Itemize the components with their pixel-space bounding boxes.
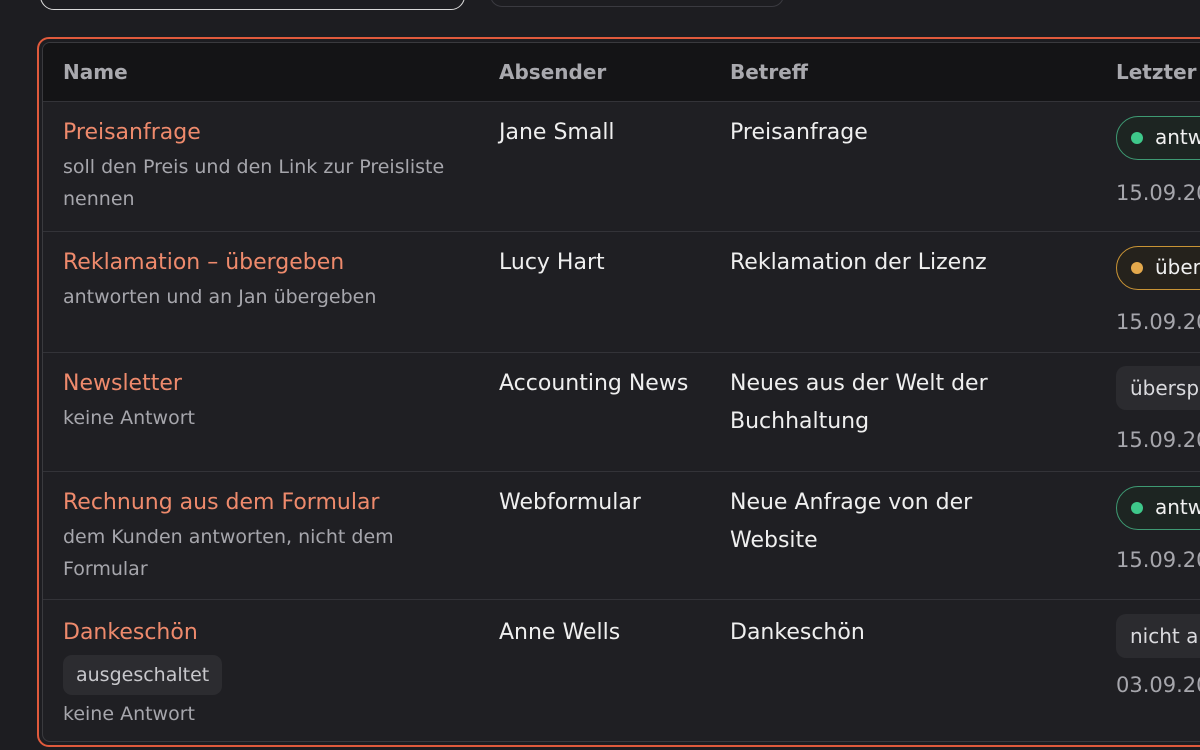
rule-title-link[interactable]: Rechnung aus dem Formular (63, 489, 379, 517)
table-row[interactable]: Rechnung aus dem Formular dem Kunden ant… (43, 471, 1200, 600)
rules-table: Name Absender Betreff Letzter Preisanfra… (42, 42, 1200, 742)
rule-title-link[interactable]: Newsletter (63, 370, 182, 398)
table-row[interactable]: Dankeschön ausgeschaltet keine Antwort A… (43, 599, 1200, 741)
status-badge: antw (1116, 116, 1200, 160)
sender-cell: Lucy Hart (499, 250, 605, 275)
filter-button[interactable] (490, 0, 784, 7)
table-row[interactable]: Preisanfrage soll den Preis und den Link… (43, 101, 1200, 232)
status-badge: übersp (1116, 366, 1200, 410)
rule-description: soll den Preis und den Link zur Preislis… (63, 156, 445, 210)
subject-cell: Neues aus der Welt der Buchhaltung (730, 371, 988, 434)
column-header-sender[interactable]: Absender (499, 60, 606, 84)
rule-title-link[interactable]: Dankeschön (63, 619, 198, 647)
sender-cell: Anne Wells (499, 620, 621, 645)
table-header: Name Absender Betreff Letzter (43, 43, 1200, 102)
sender-cell: Jane Small (499, 120, 615, 145)
rule-description: keine Antwort (63, 703, 195, 725)
last-run-date: 15.09.20 (1116, 310, 1200, 334)
column-header-subject[interactable]: Betreff (730, 60, 808, 84)
status-dot-icon (1131, 132, 1143, 144)
status-badge: über (1116, 246, 1200, 290)
column-header-last-run[interactable]: Letzter (1116, 60, 1197, 84)
rule-title-link[interactable]: Preisanfrage (63, 119, 201, 147)
status-badge: nicht a (1116, 614, 1200, 658)
status-badge-label: über (1155, 255, 1200, 279)
subject-cell: Neue Anfrage von der Website (730, 490, 973, 553)
rule-description: dem Kunden antworten, nicht dem Formular (63, 526, 394, 580)
search-input[interactable] (40, 0, 465, 10)
subject-cell: Preisanfrage (730, 120, 868, 145)
table-row[interactable]: Newsletter keine Antwort Accounting News… (43, 352, 1200, 472)
status-dot-icon (1131, 502, 1143, 514)
subject-cell: Dankeschön (730, 620, 865, 645)
sender-cell: Accounting News (499, 371, 689, 396)
sender-cell: Webformular (499, 490, 641, 515)
rule-description: keine Antwort (63, 407, 195, 429)
status-dot-icon (1131, 262, 1143, 274)
status-badge-label: antw (1155, 495, 1200, 519)
rules-table-focus-frame: Name Absender Betreff Letzter Preisanfra… (37, 37, 1200, 747)
table-row[interactable]: Reklamation – übergeben antworten und an… (43, 231, 1200, 353)
last-run-date: 15.09.20 (1116, 428, 1200, 452)
last-run-date: 03.09.20 (1116, 673, 1200, 697)
status-badge: antw (1116, 486, 1200, 530)
rule-description: antworten und an Jan übergeben (63, 286, 377, 308)
last-run-date: 15.09.20 (1116, 181, 1200, 205)
column-header-name[interactable]: Name (63, 60, 128, 84)
last-run-date: 15.09.20 (1116, 548, 1200, 572)
tag-wrapper: ausgeschaltet (63, 649, 223, 695)
subject-cell: Reklamation der Lizenz (730, 250, 987, 275)
disabled-tag: ausgeschaltet (63, 655, 223, 695)
rule-title-link[interactable]: Reklamation – übergeben (63, 249, 344, 277)
status-badge-label: antw (1155, 125, 1200, 149)
